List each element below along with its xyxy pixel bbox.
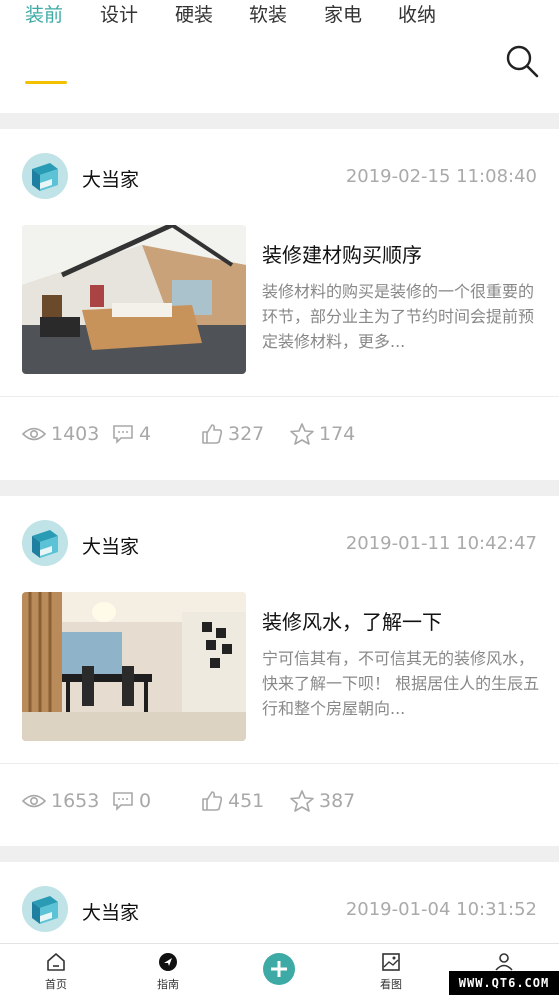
comment-icon	[113, 792, 133, 811]
add-post-button[interactable]	[263, 953, 295, 985]
nav-gallery[interactable]: 看图	[361, 944, 421, 995]
view-count: 1653	[22, 790, 99, 812]
article-thumbnail[interactable]	[22, 225, 246, 374]
favorite-count[interactable]: 174	[290, 423, 355, 445]
nav-gallery-label: 看图	[380, 978, 402, 991]
tab-soft-decoration[interactable]: 软装	[249, 0, 287, 27]
article-summary: 宁可信其有，不可信其无的装修风水，快来了解一下呗！ 根据居住人的生辰五行和整个房…	[262, 649, 540, 718]
publish-time: 2019-01-04 10:31:52	[345, 899, 537, 920]
comment-count[interactable]: 0	[112, 790, 151, 812]
active-tab-indicator	[25, 81, 67, 84]
eye-icon	[22, 794, 46, 808]
author-name[interactable]: 大当家	[82, 165, 139, 192]
nav-home-label: 首页	[45, 978, 67, 991]
site-watermark: WWW.QT6.COM	[449, 971, 559, 995]
author-name[interactable]: 大当家	[82, 532, 139, 559]
like-count[interactable]: 451	[201, 790, 264, 812]
author-name[interactable]: 大当家	[82, 898, 139, 925]
tab-hard-decoration[interactable]: 硬装	[175, 0, 213, 27]
favorite-count[interactable]: 387	[290, 790, 355, 812]
comment-count[interactable]: 4	[112, 423, 151, 445]
card-divider	[0, 763, 559, 764]
user-icon	[495, 953, 513, 971]
avatar[interactable]	[22, 520, 68, 566]
thumbs-up-icon	[202, 791, 223, 811]
publish-time: 2019-01-11 10:42:47	[345, 533, 537, 554]
article-title[interactable]: 装修建材购买顺序	[262, 239, 422, 268]
article-card[interactable]: 大当家 2019-02-15 11:08:40 装修建材购买顺序 装修材料的购买…	[0, 129, 559, 480]
section-gap	[0, 846, 559, 862]
nav-home[interactable]: 首页	[26, 944, 86, 995]
avatar[interactable]	[22, 886, 68, 932]
tab-appliances[interactable]: 家电	[324, 0, 362, 27]
nav-guide[interactable]: 指南	[138, 944, 198, 995]
section-gap	[0, 480, 559, 496]
nav-guide-label: 指南	[157, 978, 179, 991]
image-icon	[382, 953, 400, 971]
publish-time: 2019-02-15 11:08:40	[345, 166, 537, 187]
home-icon	[47, 953, 65, 971]
article-summary: 装修材料的购买是装修的一个很重要的环节，部分业主为了节约时间会提前预定装修材料，…	[262, 282, 535, 351]
tab-before-renovation[interactable]: 装前	[25, 0, 63, 27]
like-count[interactable]: 327	[201, 423, 264, 445]
search-icon[interactable]	[505, 44, 539, 78]
card-divider	[0, 396, 559, 397]
comment-icon	[113, 425, 133, 444]
article-thumbnail[interactable]	[22, 592, 246, 741]
article-card[interactable]: 大当家 2019-01-11 10:42:47 装修风水，了解一下 宁可信其有，…	[0, 496, 559, 846]
avatar[interactable]	[22, 153, 68, 199]
eye-icon	[22, 427, 46, 441]
top-tab-bar: 装前 设计 硬装 软装 家电 收纳	[0, 0, 559, 113]
tab-design[interactable]: 设计	[100, 0, 138, 27]
thumbs-up-icon	[202, 424, 223, 444]
star-icon	[290, 423, 314, 445]
section-gap	[0, 113, 559, 129]
compass-icon	[159, 953, 177, 971]
view-count: 1403	[22, 423, 99, 445]
tab-storage[interactable]: 收纳	[398, 0, 436, 27]
star-icon	[290, 790, 314, 812]
plus-icon	[271, 961, 287, 977]
article-card[interactable]: 大当家 2019-01-04 10:31:52	[0, 862, 559, 943]
article-title[interactable]: 装修风水，了解一下	[262, 606, 442, 635]
